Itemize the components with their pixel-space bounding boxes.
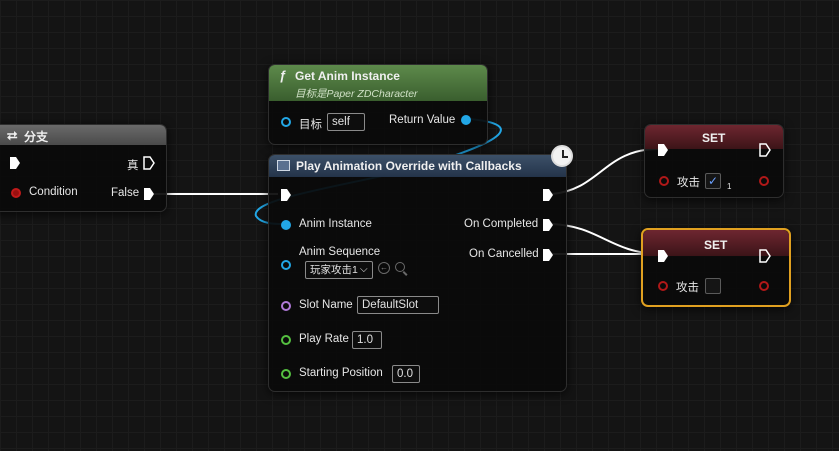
branch-false-pin[interactable] (143, 187, 155, 201)
branch-exec-in-pin[interactable] (9, 156, 21, 170)
on-completed-pin[interactable] (542, 218, 554, 232)
play-animation-title: Play Animation Override with Callbacks (296, 159, 522, 173)
anim-sequence-value: 玩家攻击1 (310, 264, 358, 276)
set1-checkbox[interactable]: ✓ (705, 173, 721, 189)
branch-condition-pin[interactable] (11, 188, 21, 198)
return-value-pin[interactable] (461, 115, 471, 125)
anim-instance-pin[interactable] (281, 220, 291, 230)
branch-node-header[interactable]: ⮂ 分支 (0, 125, 166, 145)
anim-sequence-pin[interactable] (281, 260, 291, 270)
get-anim-instance-title: Get Anim Instance (295, 69, 400, 83)
branch-icon: ⮂ (7, 128, 18, 143)
slot-name-field[interactable]: DefaultSlot (357, 296, 439, 314)
set-node-2-title: SET (704, 238, 728, 252)
play-exec-in-pin[interactable] (280, 188, 292, 202)
slot-name-pin[interactable] (281, 301, 291, 311)
branch-true-label: 真 (127, 160, 139, 172)
anim-instance-label: Anim Instance (299, 218, 372, 230)
get-anim-instance-header[interactable]: ƒ Get Anim Instance 目标是Paper ZDCharacter (269, 65, 487, 101)
target-pin[interactable] (281, 117, 291, 127)
on-cancelled-pin[interactable] (542, 248, 554, 262)
play-rate-label: Play Rate (299, 333, 349, 345)
return-value-label: Return Value (389, 114, 456, 126)
set1-var-label: 攻击 (677, 177, 700, 189)
play-rate-field[interactable]: 1.0 (352, 331, 382, 349)
get-anim-instance-node[interactable]: ƒ Get Anim Instance 目标是Paper ZDCharacter… (268, 64, 488, 145)
target-label: 目标 (299, 119, 322, 131)
set1-output-value: 1 (727, 182, 732, 191)
set1-exec-out-pin[interactable] (759, 143, 771, 157)
branch-title: 分支 (24, 130, 49, 144)
on-completed-label: On Completed (464, 218, 539, 230)
set-node-1-title: SET (702, 131, 726, 145)
branch-condition-label: Condition (29, 186, 78, 198)
set2-bool-out-pin[interactable] (759, 281, 769, 291)
play-animation-node[interactable]: Play Animation Override with Callbacks A… (268, 145, 573, 392)
set2-exec-out-pin[interactable] (759, 249, 771, 263)
set2-var-label: 攻击 (676, 282, 699, 294)
play-animation-header[interactable]: Play Animation Override with Callbacks (269, 155, 566, 177)
set-node-1[interactable]: SET 攻击 ✓ 1 (644, 124, 784, 198)
play-exec-out-pin[interactable] (542, 188, 554, 202)
set1-exec-in-pin[interactable] (657, 143, 669, 157)
function-icon: ƒ (279, 68, 287, 83)
set1-bool-in-pin[interactable] (659, 176, 669, 186)
latent-clock-icon (551, 145, 573, 167)
set-node-2[interactable]: SET 攻击 (641, 228, 791, 307)
branch-false-label: False (111, 187, 140, 199)
function-node-icon (277, 160, 290, 171)
starting-position-pin[interactable] (281, 369, 291, 379)
get-anim-instance-subtitle: 目标是Paper ZDCharacter (295, 88, 418, 100)
set2-bool-in-pin[interactable] (658, 281, 668, 291)
set2-checkbox[interactable] (705, 278, 721, 294)
starting-position-field[interactable]: 0.0 (392, 365, 420, 383)
target-field[interactable]: self (327, 113, 365, 131)
anim-sequence-label: Anim Sequence (299, 246, 381, 258)
branch-node[interactable]: ⮂ 分支 真 Condition False (0, 124, 167, 212)
chevron-down-icon: ⌵ (360, 264, 368, 275)
set2-exec-in-pin[interactable] (657, 249, 669, 263)
play-rate-pin[interactable] (281, 335, 291, 345)
branch-true-pin[interactable] (143, 156, 155, 170)
slot-name-label: Slot Name (299, 299, 353, 311)
starting-position-label: Starting Position (299, 367, 383, 379)
set1-bool-out-pin[interactable] (759, 176, 769, 186)
on-cancelled-label: On Cancelled (469, 248, 539, 260)
anim-sequence-dropdown[interactable]: 玩家攻击1 ⌵ (305, 261, 373, 279)
browse-search-icon[interactable] (395, 262, 408, 276)
use-selected-asset-icon[interactable]: ← (378, 262, 390, 274)
